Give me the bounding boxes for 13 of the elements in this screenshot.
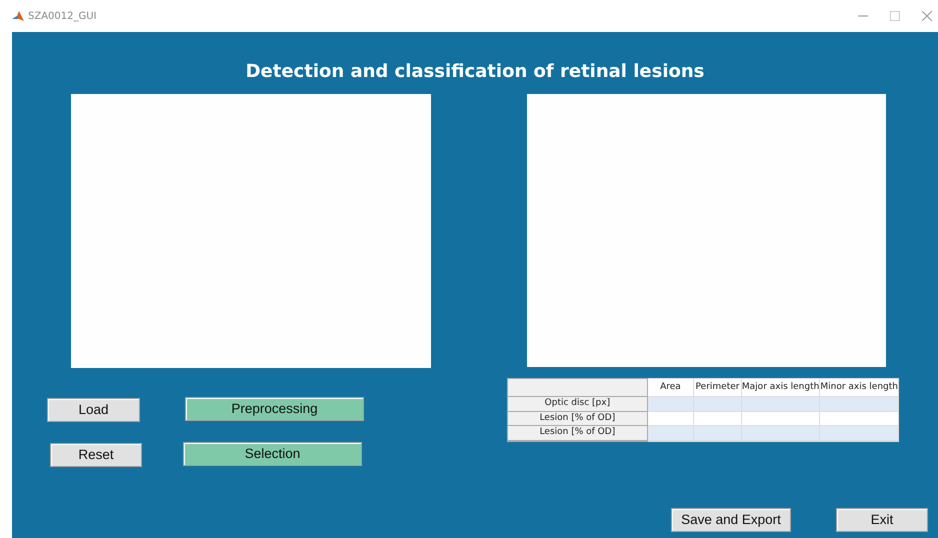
column-header[interactable]: Minor axis length (820, 378, 898, 396)
window-title: SZA0012_GUI (28, 10, 97, 24)
action-button[interactable]: Exit (836, 508, 928, 532)
heading: Detection and classification of retinal lesions (246, 60, 704, 84)
action-button[interactable]: Reset (50, 443, 142, 467)
row-header: Lesion [% of OD] (508, 426, 648, 440)
action-button[interactable]: Load (47, 398, 140, 422)
column-header[interactable]: Major axis length (741, 378, 820, 396)
action-button[interactable]: Selection (183, 442, 362, 466)
row-header: Lesion [% of OD] (508, 411, 648, 426)
action-button[interactable]: Preprocessing (185, 397, 364, 421)
row-header: Optic disc [px] (508, 396, 648, 411)
action-button[interactable]: Save and Export (671, 508, 791, 532)
